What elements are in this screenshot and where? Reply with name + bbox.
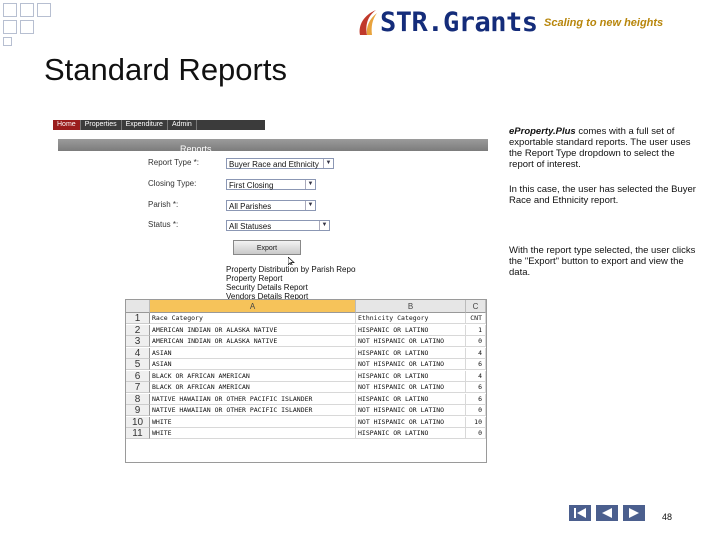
row-header[interactable]: 10: [126, 416, 150, 428]
arrow-right-icon: [629, 508, 639, 518]
str-grants-logo: STR.Grants: [356, 5, 538, 39]
row-header[interactable]: 4: [126, 347, 150, 359]
cell-count[interactable]: 4: [466, 370, 486, 382]
row-header[interactable]: 11: [126, 428, 150, 439]
cell-race-category[interactable]: WHITE: [150, 416, 356, 428]
report-type-value: Buyer Race and Ethnicity: [229, 160, 319, 169]
cell-race-category[interactable]: ASIAN: [150, 359, 356, 370]
report-type-dropdown-list: Property Distribution by Parish Report P…: [226, 265, 356, 301]
cell-count[interactable]: 4: [466, 347, 486, 359]
report-type-label: Report Type *:: [148, 158, 199, 167]
next-slide-button[interactable]: [623, 505, 645, 521]
row-header[interactable]: 9: [126, 405, 150, 416]
logo-text: STR.Grants: [380, 6, 538, 38]
dropdown-option[interactable]: Property Report: [226, 274, 356, 283]
slide-title: Standard Reports: [44, 52, 287, 87]
row-header[interactable]: 2: [126, 324, 150, 336]
cell-count[interactable]: 6: [466, 393, 486, 405]
cell-ethnicity-category[interactable]: HISPANIC OR LATINO: [356, 347, 466, 359]
description-paragraph-2: In this case, the user has selected the …: [509, 184, 696, 206]
status-select[interactable]: All Statuses ▼: [226, 220, 330, 231]
row-header[interactable]: 7: [126, 382, 150, 393]
column-header-a[interactable]: A: [150, 300, 356, 313]
cell-race-category[interactable]: BLACK OR AFRICAN AMERICAN: [150, 382, 356, 393]
export-button[interactable]: Export: [233, 240, 301, 255]
tab-properties[interactable]: Properties: [81, 120, 122, 130]
dropdown-option[interactable]: Property Distribution by Parish Report: [226, 265, 356, 274]
status-label: Status *:: [148, 220, 179, 229]
cell-race-category[interactable]: BLACK OR AFRICAN AMERICAN: [150, 370, 356, 382]
cell-ethnicity-category[interactable]: NOT HISPANIC OR LATINO: [356, 359, 466, 370]
description-paragraph-1: eProperty.Plus comes with a full set of …: [509, 126, 701, 170]
product-name: eProperty.Plus: [509, 126, 576, 137]
chevron-down-icon: ▼: [305, 180, 315, 189]
corner-cell[interactable]: [126, 300, 150, 313]
row-header[interactable]: 5: [126, 359, 150, 370]
first-slide-button[interactable]: [569, 505, 591, 521]
cell-race-category[interactable]: WHITE: [150, 428, 356, 439]
row-header[interactable]: 1: [126, 313, 150, 324]
column-header-c[interactable]: C: [466, 300, 486, 313]
closing-type-value: First Closing: [229, 181, 274, 190]
tagline: Scaling to new heights: [544, 17, 664, 29]
cell-count[interactable]: 6: [466, 382, 486, 393]
parish-label: Parish *:: [148, 200, 179, 209]
corner-decoration: [0, 0, 60, 46]
export-spreadsheet: A B C 1 Race Category Ethnicity Category CN…: [125, 299, 487, 463]
logo-swoosh-icon: [359, 10, 377, 35]
arrow-left-icon: [602, 508, 612, 518]
cell-ethnicity-category[interactable]: HISPANIC OR LATINO: [356, 370, 466, 382]
cell-race-category[interactable]: AMERICAN INDIAN OR ALASKA NATIVE: [150, 324, 356, 336]
column-header-b[interactable]: B: [356, 300, 466, 313]
cell-race-category[interactable]: NATIVE HAWAIIAN OR OTHER PACIFIC ISLANDE…: [150, 393, 356, 405]
cell-count[interactable]: 1: [466, 324, 486, 336]
parish-select[interactable]: All Parishes ▼: [226, 200, 316, 211]
row-header[interactable]: 3: [126, 336, 150, 347]
chevron-down-icon: ▼: [319, 221, 329, 230]
cell-count[interactable]: 0: [466, 336, 486, 347]
cell-ethnicity-category[interactable]: HISPANIC OR LATINO: [356, 324, 466, 336]
status-value: All Statuses: [229, 222, 272, 231]
cell-count[interactable]: 6: [466, 359, 486, 370]
cell-count[interactable]: 10: [466, 416, 486, 428]
reports-header-bar: Reports: [58, 139, 488, 154]
row-header[interactable]: 6: [126, 370, 150, 382]
chevron-down-icon: ▼: [305, 201, 315, 210]
cell-ethnicity-category[interactable]: Ethnicity Category: [356, 313, 466, 324]
cell-ethnicity-category[interactable]: NOT HISPANIC OR LATINO: [356, 405, 466, 416]
cell-race-category[interactable]: ASIAN: [150, 347, 356, 359]
cell-race-category[interactable]: Race Category: [150, 313, 356, 324]
closing-type-select[interactable]: First Closing ▼: [226, 179, 316, 190]
cell-ethnicity-category[interactable]: HISPANIC OR LATINO: [356, 428, 466, 439]
reports-label: Reports: [180, 144, 212, 154]
skip-back-icon: [574, 508, 586, 518]
row-header[interactable]: 8: [126, 393, 150, 405]
cell-race-category[interactable]: NATIVE HAWAIIAN OR OTHER PACIFIC ISLANDE…: [150, 405, 356, 416]
parish-value: All Parishes: [229, 202, 272, 211]
cell-ethnicity-category[interactable]: HISPANIC OR LATINO: [356, 393, 466, 405]
cell-count[interactable]: 0: [466, 405, 486, 416]
cell-race-category[interactable]: AMERICAN INDIAN OR ALASKA NATIVE: [150, 336, 356, 347]
tab-admin[interactable]: Admin: [168, 120, 197, 130]
previous-slide-button[interactable]: [596, 505, 618, 521]
cell-count[interactable]: CNT: [466, 313, 486, 324]
cell-ethnicity-category[interactable]: NOT HISPANIC OR LATINO: [356, 416, 466, 428]
report-type-select[interactable]: Buyer Race and Ethnicity ▼: [226, 158, 334, 169]
chevron-down-icon: ▼: [323, 159, 333, 168]
page-number: 48: [662, 512, 673, 522]
description-paragraph-3: With the report type selected, the user …: [509, 245, 696, 278]
cell-count[interactable]: 0: [466, 428, 486, 439]
app-tab-bar: Home Properties Expenditure Admin: [53, 120, 265, 130]
cell-ethnicity-category[interactable]: NOT HISPANIC OR LATINO: [356, 336, 466, 347]
cell-ethnicity-category[interactable]: NOT HISPANIC OR LATINO: [356, 382, 466, 393]
tab-expenditure[interactable]: Expenditure: [122, 120, 168, 130]
tab-home[interactable]: Home: [53, 120, 81, 130]
dropdown-option[interactable]: Security Details Report: [226, 283, 356, 292]
closing-type-label: Closing Type:: [148, 179, 197, 188]
